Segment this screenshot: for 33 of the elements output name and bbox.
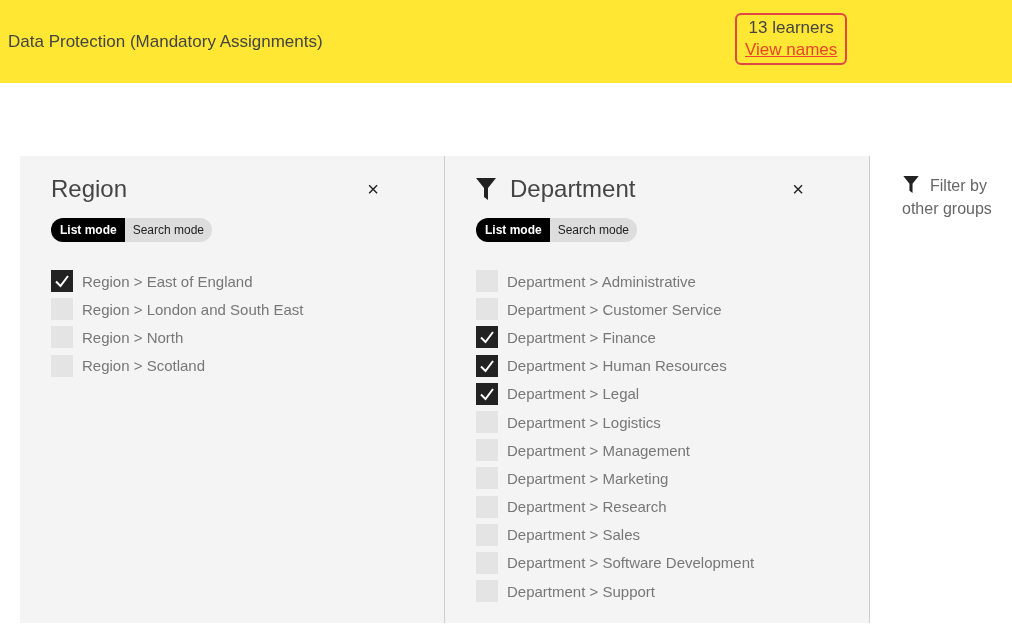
mode-tab[interactable]: Search mode [549,218,638,242]
learner-count: 13 learners [748,17,834,38]
checkbox[interactable] [476,326,498,349]
checkbox[interactable] [51,270,73,293]
mode-tab[interactable]: Search mode [124,218,213,242]
option-label[interactable]: Region > North [82,328,184,346]
option-label[interactable]: Region > London and South East [82,300,304,318]
option-label[interactable]: Department > Sales [507,526,640,544]
option-label[interactable]: Region > East of England [82,272,253,290]
option-label[interactable]: Department > Logistics [507,413,661,431]
panel-title: Region [51,175,129,203]
option-label[interactable]: Department > Human Resources [507,357,727,375]
filter-other-groups-link[interactable]: Filter by other groups [902,174,1012,220]
option-label[interactable]: Region > Scotland [82,357,205,375]
option-label[interactable]: Department > Finance [507,328,656,346]
option-label[interactable]: Department > Administrative [507,272,696,290]
option-label[interactable]: Department > Support [507,582,655,600]
option-label[interactable]: Department > Marketing [507,469,669,487]
option-label[interactable]: Department > Customer Service [507,300,722,318]
option-label[interactable]: Department > Management [507,441,691,459]
checkbox[interactable] [476,382,498,405]
mode-tab[interactable]: List mode [476,218,550,242]
option-label[interactable]: Department > Legal [507,385,640,403]
option-label[interactable]: Department > Research [507,498,667,516]
close-button[interactable]: × [786,177,810,201]
panel-title: Department [510,175,637,203]
checkbox[interactable] [476,354,498,377]
option-label[interactable]: Department > Software Development [507,554,755,572]
view-names-link[interactable]: View names [745,39,838,60]
close-button[interactable]: × [361,177,385,201]
mode-tab[interactable]: List mode [51,218,125,242]
course-title: Data Protection (Mandatory Assignments) [8,31,324,52]
funnel-icon [903,176,919,193]
